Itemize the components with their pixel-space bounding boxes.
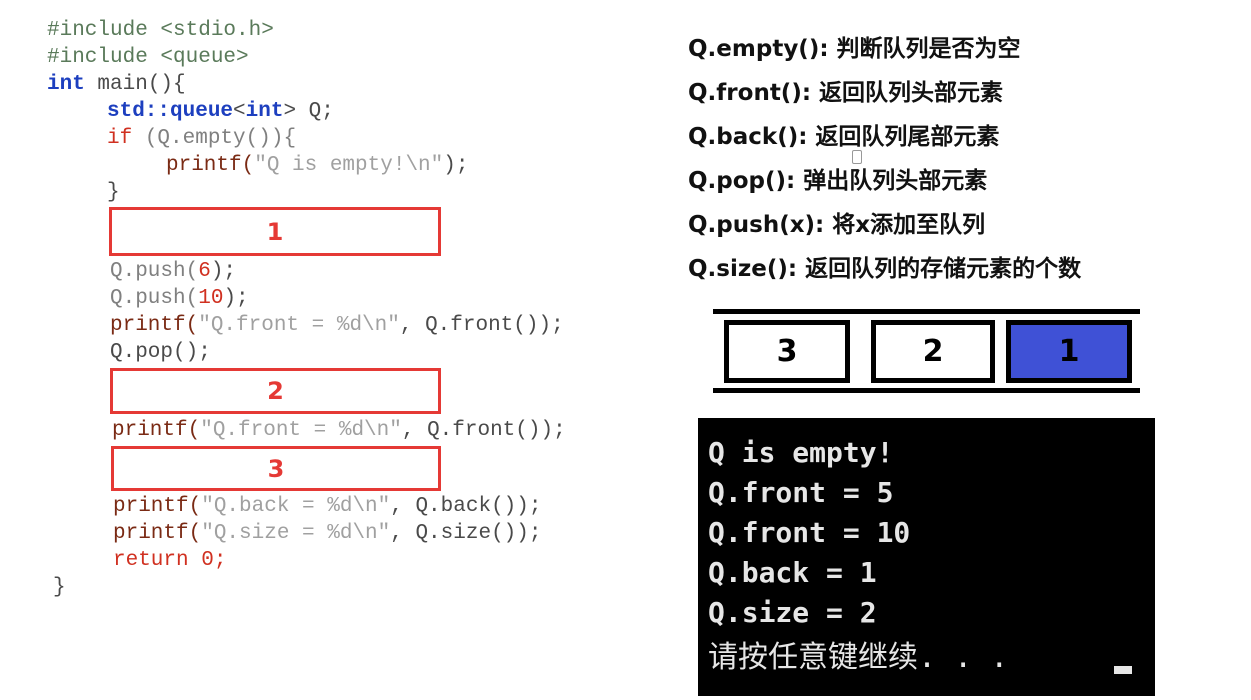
queue-cell-3: 3 (724, 320, 850, 383)
console-line-size: Q.size = 2 (708, 596, 877, 629)
console-line-empty: Q is empty! (708, 436, 894, 469)
call-args: , Q.front()); (399, 314, 564, 337)
call-end: ); (210, 260, 237, 283)
number-literal: 10 (198, 287, 224, 310)
console-line-press-key: 请按任意键继续. . . (708, 640, 1009, 675)
string-literal: "Q.back = %d\n" (201, 495, 391, 518)
code-line-queue-decl: std::queue<int> Q; (107, 99, 334, 125)
blank-box-1: 1 (109, 207, 441, 256)
keyword-int: int (47, 73, 85, 96)
queue-cell-1: 1 (1006, 320, 1132, 383)
api-item-back: Q.back(): 返回队列尾部元素 (688, 124, 1000, 150)
type-queue: queue (170, 100, 234, 123)
string-literal: "Q.front = %d\n" (200, 419, 402, 442)
queue-bottom-rail (713, 388, 1140, 393)
code-line-close-if: } (107, 181, 120, 204)
printf-call: printf( (113, 495, 202, 518)
code-line-printf-empty: printf("Q is empty!\n"); (166, 153, 468, 179)
blank-box-3: 3 (111, 446, 441, 491)
code-line-printf-size: printf("Q.size = %d\n", Q.size()); (113, 521, 541, 547)
keyword-return: return (113, 549, 189, 572)
queue-cell-2: 2 (871, 320, 995, 383)
code-line-include-queue: #include <queue> (47, 46, 249, 69)
string-literal: "Q.size = %d\n" (201, 522, 391, 545)
console-cursor (1114, 666, 1132, 674)
code-line-printf-front-1: printf("Q.front = %d\n", Q.front()); (110, 313, 564, 339)
printf-call: printf( (113, 522, 202, 545)
string-literal: "Q is empty!\n" (254, 154, 444, 177)
console-output: Q is empty! Q.front = 5 Q.front = 10 Q.b… (698, 418, 1155, 696)
mouse-cursor-icon (852, 150, 862, 164)
printf-call: printf( (112, 419, 201, 442)
queue-top-rail (713, 309, 1140, 314)
push-call: Q.push( (110, 287, 199, 310)
call-end: ); (443, 154, 469, 177)
if-condition: (Q.empty()){ (132, 127, 297, 150)
console-line-back: Q.back = 1 (708, 556, 877, 589)
api-item-empty: Q.empty(): 判断队列是否为空 (688, 36, 1021, 62)
code-line-if: if (Q.empty()){ (107, 126, 296, 152)
code-line-pop: Q.pop(); (110, 341, 211, 364)
printf-call: printf( (110, 314, 199, 337)
code-line-include-stdio: #include <stdio.h> (47, 19, 274, 42)
push-call: Q.push( (110, 260, 199, 283)
decl-rest: > Q; (283, 100, 334, 123)
console-line-front-1: Q.front = 5 (708, 476, 894, 509)
blank-box-2: 2 (110, 368, 441, 414)
main-signature: main(){ (84, 73, 186, 96)
code-line-printf-back: printf("Q.back = %d\n", Q.back()); (113, 494, 541, 520)
code-line-push-10: Q.push(10); (110, 286, 249, 312)
string-literal: "Q.front = %d\n" (198, 314, 400, 337)
namespace-std: std:: (107, 100, 171, 123)
call-args: , Q.size()); (390, 522, 542, 545)
code-line-return: return 0; (113, 548, 226, 574)
code-line-close-main: } (53, 576, 66, 599)
code-line-printf-front-2: printf("Q.front = %d\n", Q.front()); (112, 418, 566, 444)
api-item-push: Q.push(x): 将x添加至队列 (688, 212, 986, 238)
api-item-front: Q.front(): 返回队列头部元素 (688, 80, 1004, 106)
printf-call: printf( (166, 154, 255, 177)
keyword-if: if (107, 127, 133, 150)
call-end: ); (223, 287, 249, 310)
api-item-size: Q.size(): 返回队列的存储元素的个数 (688, 256, 1082, 282)
number-literal: 6 (198, 260, 211, 283)
return-value: 0; (188, 549, 227, 572)
console-line-front-2: Q.front = 10 (708, 516, 911, 549)
type-int: int (245, 100, 284, 123)
call-args: , Q.back()); (390, 495, 542, 518)
code-line-main: int main(){ (47, 72, 186, 98)
call-args: , Q.front()); (401, 419, 566, 442)
code-line-push-6: Q.push(6); (110, 259, 236, 285)
api-item-pop: Q.pop(): 弹出队列头部元素 (688, 168, 988, 194)
template-open: < (233, 100, 246, 123)
